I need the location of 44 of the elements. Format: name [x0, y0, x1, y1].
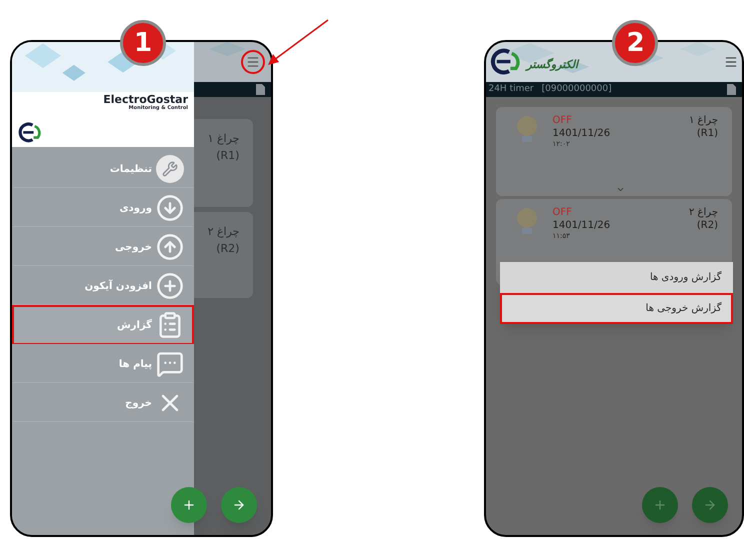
device-name: چراغ ۱ — [208, 131, 240, 147]
device-label: 24H timer — [488, 82, 534, 96]
plus-icon — [156, 272, 184, 300]
date-label: 1401/11/26 — [552, 128, 610, 140]
sim-card-icon — [727, 84, 736, 95]
relay-label: (R2) — [696, 220, 718, 232]
drawer-menu-item[interactable]: گزارش — [12, 305, 194, 344]
drawer-menu-item[interactable]: پیام ها — [12, 344, 194, 383]
brand-name: ElectroGostar — [103, 94, 188, 105]
date-label: 1401/11/26 — [552, 220, 610, 232]
device-name: چراغ ۲ — [689, 207, 718, 220]
add-button[interactable] — [171, 487, 208, 523]
wrench-icon — [156, 155, 184, 183]
right-arrow-icon — [703, 498, 717, 512]
device-name: چراغ ۲ — [208, 224, 240, 240]
drawer-menu-item[interactable]: خروجی — [12, 227, 194, 266]
caret-icon[interactable] — [616, 185, 626, 194]
chat-bubble-icon — [156, 350, 184, 378]
popup-menu-item[interactable]: گزارش خروجی ها — [500, 293, 734, 324]
next-button[interactable] — [692, 487, 728, 523]
drawer-menu-item[interactable]: تنظیمات — [12, 149, 194, 188]
step-badge: 1 — [120, 20, 166, 66]
status-label: OFF — [552, 115, 573, 128]
menu-icon[interactable] — [724, 55, 738, 69]
plus-icon — [653, 498, 667, 512]
device-name: چراغ ۱ — [689, 115, 718, 128]
logo-text: الکتروگستر — [526, 57, 578, 74]
drawer-menu-item[interactable]: خروج — [12, 383, 194, 422]
sim-card-icon — [256, 84, 266, 95]
light-bulb-icon — [516, 115, 538, 145]
add-button[interactable] — [642, 487, 678, 523]
plus-icon — [182, 498, 196, 512]
menu-icon[interactable] — [246, 55, 260, 69]
relay-label: (R2) — [216, 240, 240, 256]
phone-number: [09000000000] — [542, 82, 612, 96]
right-arrow-icon — [232, 498, 246, 512]
relay-label: (R1) — [216, 148, 240, 164]
light-bulb-icon — [516, 207, 538, 237]
relay-label: (R1) — [696, 128, 718, 140]
step-badge: 2 — [612, 20, 658, 66]
drawer-menu-item[interactable]: ورودی — [12, 188, 194, 227]
next-button[interactable] — [221, 487, 258, 523]
popup-menu-item[interactable]: گزارش ورودی ها — [500, 262, 734, 293]
status-label: OFF — [552, 207, 573, 220]
